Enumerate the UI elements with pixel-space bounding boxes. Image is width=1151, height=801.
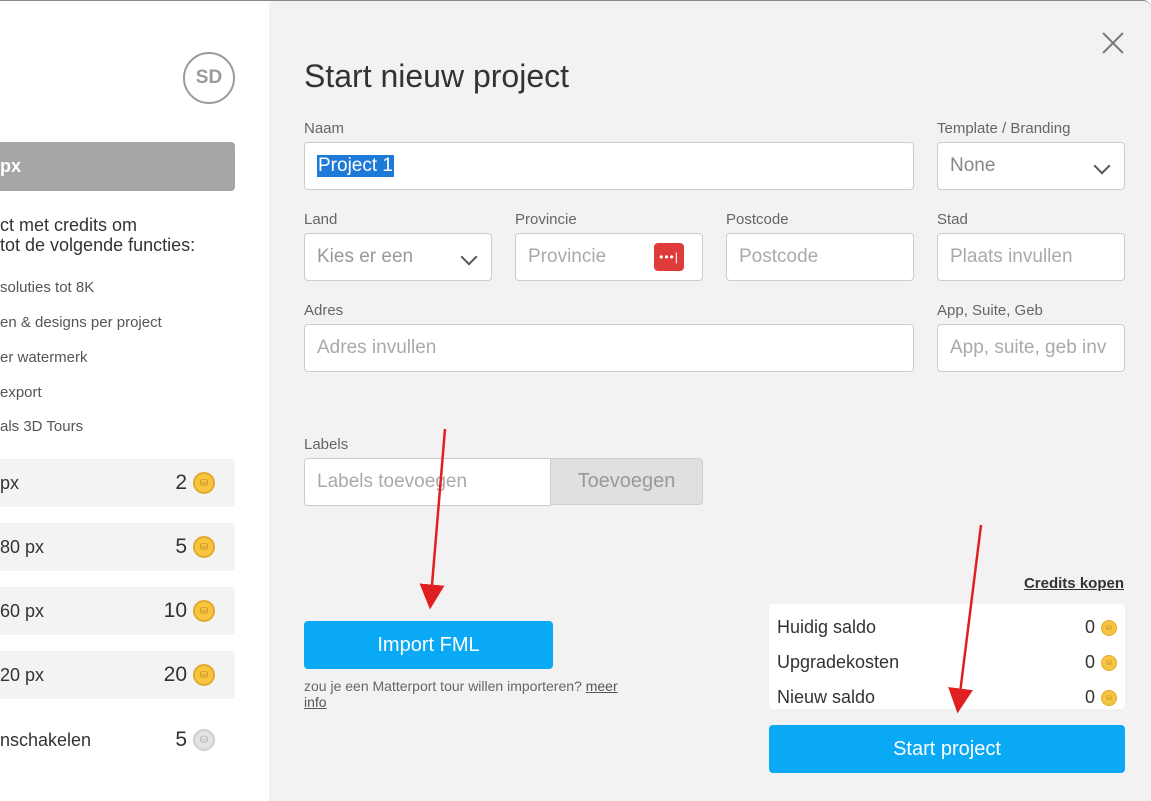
feature-item: export xyxy=(0,384,42,401)
credit-coin-icon: ⛁ xyxy=(1101,654,1117,671)
upgrade-sidebar: SD px ct met credits om tot de volgende … xyxy=(0,0,269,801)
name-label: Naam xyxy=(304,120,345,137)
selected-resolution[interactable]: px xyxy=(0,142,235,191)
land-select[interactable]: Kies er een xyxy=(304,233,492,281)
resolution-option[interactable]: 20 px 20 ⛁ xyxy=(0,651,235,699)
more-info-link[interactable]: meer xyxy=(586,678,618,694)
credit-coin-icon: ⛁ xyxy=(193,729,215,751)
credit-coin-icon: ⛁ xyxy=(1101,619,1117,636)
credit-coin-icon: ⛁ xyxy=(1101,689,1117,706)
buy-credits-link[interactable]: Credits kopen xyxy=(1024,575,1124,592)
labels-label: Labels xyxy=(304,436,349,453)
avatar[interactable]: SD xyxy=(183,52,235,104)
more-info-link[interactable]: info xyxy=(304,694,327,710)
selected-resolution-label: px xyxy=(0,156,22,176)
credit-coin-icon: ⛁ xyxy=(193,536,215,558)
import-hint: zou je een Matterport tour willen import… xyxy=(304,678,618,710)
template-label: Template / Branding xyxy=(937,120,1071,137)
provincie-input[interactable]: Provincie •••| xyxy=(515,233,703,281)
balance-row: Nieuw saldo 0 ⛁ xyxy=(777,680,1117,715)
new-project-dialog: Start nieuw project Naam Project 1 Templ… xyxy=(269,0,1151,801)
credit-coin-icon: ⛁ xyxy=(193,600,215,622)
balance-summary: Huidig saldo 0 ⛁ Upgradekosten 0 ⛁ Nieuw sal… xyxy=(769,604,1125,709)
template-select[interactable]: None xyxy=(937,142,1125,190)
dialog-title: Start nieuw project xyxy=(304,58,570,94)
credit-coin-icon: ⛁ xyxy=(193,472,215,494)
start-project-button[interactable]: Start project xyxy=(769,725,1125,773)
password-manager-icon[interactable]: •••| xyxy=(654,243,684,271)
feature-item: soluties tot 8K xyxy=(0,279,95,296)
name-input[interactable]: Project 1 xyxy=(304,142,914,190)
land-label: Land xyxy=(304,211,338,228)
extra-option[interactable]: nschakelen 5 ⛁ xyxy=(0,716,235,764)
provincie-label: Provincie xyxy=(515,211,577,228)
adres-input[interactable]: Adres invullen xyxy=(304,324,914,372)
resolution-option[interactable]: 80 px 5 ⛁ xyxy=(0,523,235,571)
add-label-button[interactable]: Toevoegen xyxy=(550,458,703,505)
postcode-input[interactable]: Postcode xyxy=(726,233,914,281)
suite-input[interactable]: App, suite, geb inv xyxy=(937,324,1125,372)
labels-input[interactable]: Labels toevoegen xyxy=(304,458,551,506)
feature-item: als 3D Tours xyxy=(0,418,84,435)
arrow-to-import xyxy=(419,428,447,610)
balance-row: Huidig saldo 0 ⛁ xyxy=(777,610,1117,645)
stad-input[interactable]: Plaats invullen xyxy=(937,233,1125,281)
feature-item: en & designs per project xyxy=(0,314,162,331)
credit-coin-icon: ⛁ xyxy=(193,664,215,686)
balance-row: Upgradekosten 0 ⛁ xyxy=(777,645,1117,680)
stad-label: Stad xyxy=(937,211,968,228)
resolution-option[interactable]: 60 px 10 ⛁ xyxy=(0,587,235,635)
adres-label: Adres xyxy=(304,302,344,319)
resolution-option[interactable]: px 2 ⛁ xyxy=(0,459,235,507)
close-icon[interactable] xyxy=(1101,31,1125,55)
import-fml-button[interactable]: Import FML xyxy=(304,621,553,669)
chevron-down-icon xyxy=(1093,157,1111,175)
suite-label: App, Suite, Geb xyxy=(937,302,1043,319)
postcode-label: Postcode xyxy=(726,211,789,228)
promo-text: ct met credits om tot de volgende functi… xyxy=(0,215,196,255)
chevron-down-icon xyxy=(460,248,478,266)
feature-item: er watermerk xyxy=(0,349,88,366)
